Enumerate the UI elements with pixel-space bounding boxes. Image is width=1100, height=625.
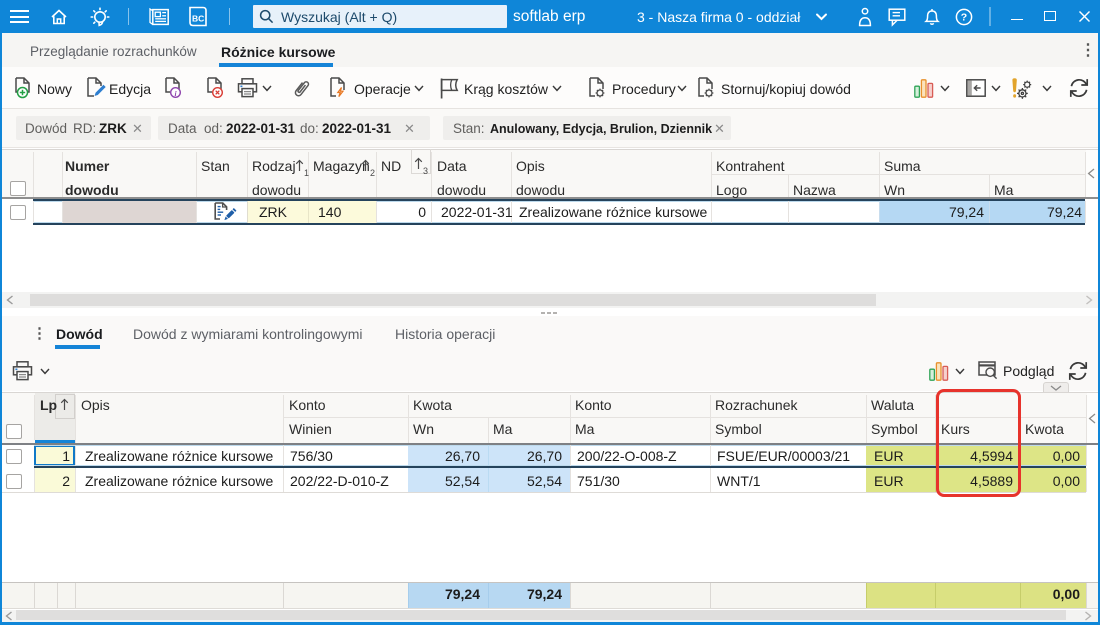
svg-text:BC: BC: [192, 14, 204, 24]
svg-text:?: ?: [961, 12, 967, 24]
